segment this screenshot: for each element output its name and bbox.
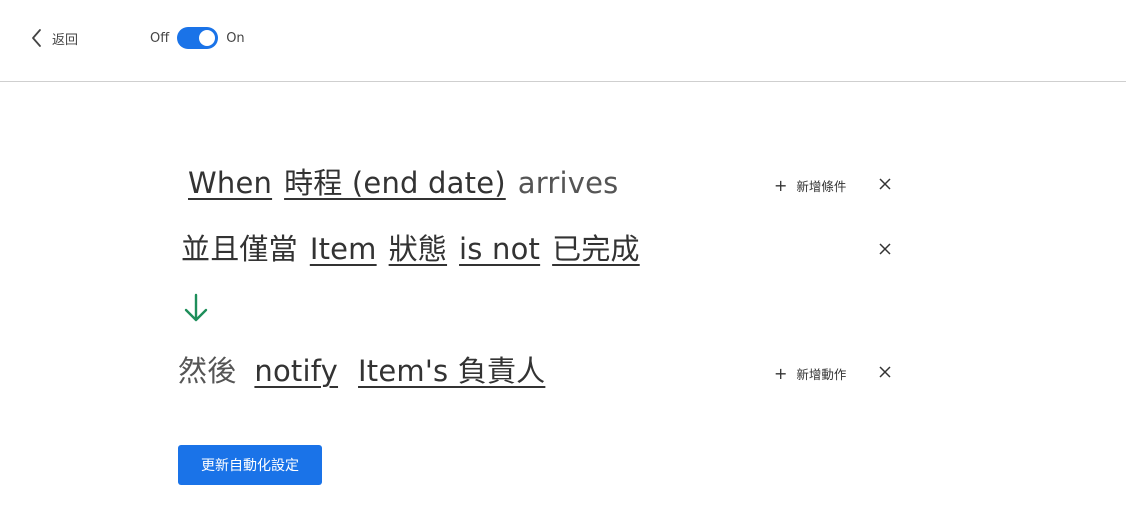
close-icon	[878, 177, 894, 191]
plus-icon: +	[774, 363, 788, 383]
remove-condition-button[interactable]	[878, 242, 894, 258]
trigger-verb: arrives	[517, 166, 619, 200]
back-button[interactable]: 返回	[30, 26, 78, 50]
add-condition-label: 新增條件	[796, 179, 847, 194]
condition-prefix: 並且僅當	[181, 232, 298, 266]
action-target-token[interactable]: Item's 負責人	[358, 348, 545, 390]
close-icon	[878, 242, 894, 256]
condition-row: 並且僅當 Item 狀態 is not 已完成	[181, 226, 652, 268]
add-condition-button[interactable]: + 新增條件	[774, 176, 846, 195]
condition-operator-token[interactable]: is not	[459, 232, 540, 266]
add-action-button[interactable]: + 新增動作	[774, 364, 846, 383]
back-label: 返回	[52, 32, 79, 48]
top-bar: 返回 Off On	[0, 0, 1126, 82]
update-automation-button[interactable]: 更新自動化設定	[178, 445, 322, 485]
chevron-left-icon	[30, 28, 42, 48]
plus-icon: +	[774, 175, 788, 195]
action-verb-token[interactable]: notify	[254, 354, 338, 388]
trigger-field-token[interactable]: 時程 (end date)	[284, 160, 506, 202]
remove-trigger-button[interactable]	[878, 177, 894, 193]
trigger-row: When 時程 (end date) arrives	[188, 160, 630, 202]
enable-toggle-group: Off On	[150, 26, 245, 50]
toggle-on-label: On	[226, 30, 245, 46]
add-action-label: 新增動作	[796, 367, 847, 382]
arrow-down-icon	[183, 293, 209, 327]
trigger-when-token[interactable]: When	[188, 166, 272, 200]
close-icon	[878, 365, 894, 379]
remove-action-button[interactable]	[878, 365, 894, 381]
condition-field-token[interactable]: 狀態	[389, 226, 447, 268]
toggle-off-label: Off	[150, 30, 170, 46]
condition-subject-token[interactable]: Item	[310, 232, 377, 266]
action-prefix: 然後	[178, 354, 237, 388]
condition-value-token[interactable]: 已完成	[552, 226, 640, 268]
enable-toggle[interactable]	[177, 27, 219, 49]
toggle-knob	[199, 30, 216, 46]
action-row: 然後 notify Item's 負責人	[178, 348, 557, 390]
